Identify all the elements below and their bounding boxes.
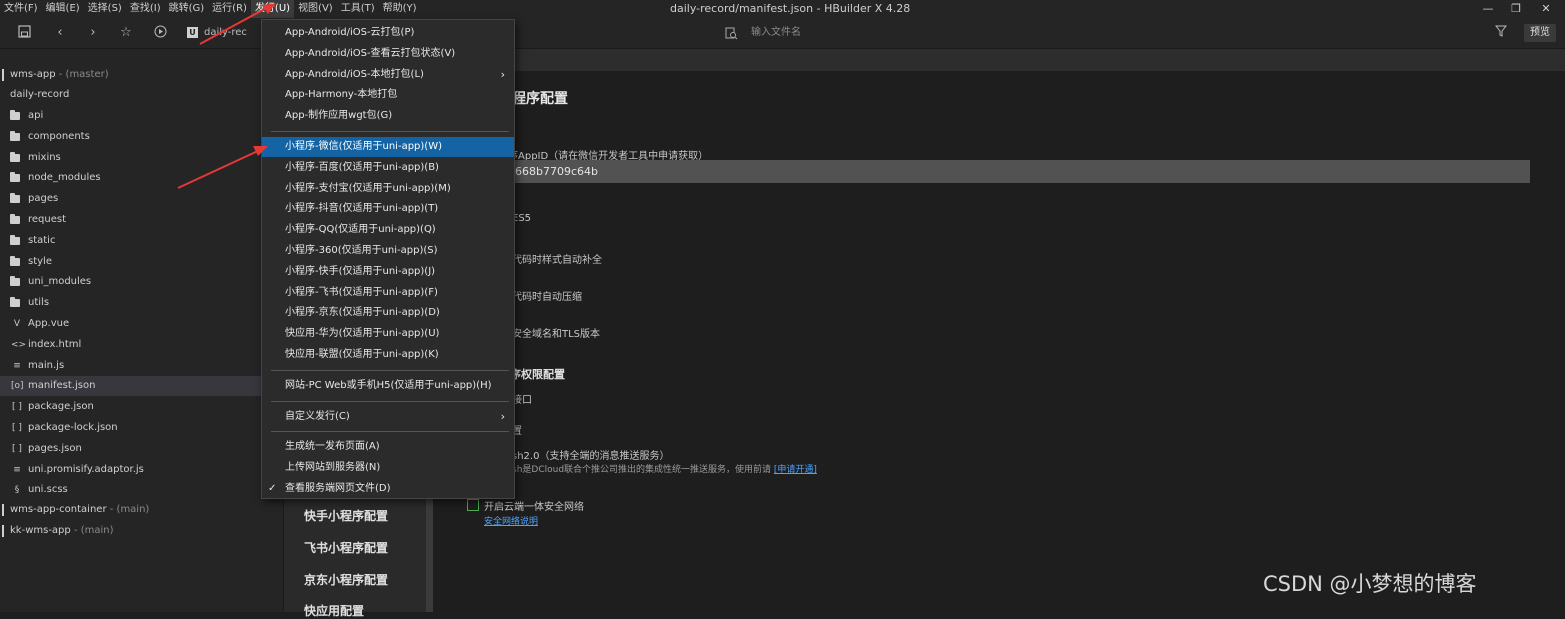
- annotation-arrow-to-menu: [199, 3, 276, 45]
- csdn-watermark: CSDN @小梦想的博客: [1263, 572, 1477, 596]
- annotation-arrows: [177, 3, 276, 189]
- annotation-arrow-to-wechat: [177, 146, 268, 189]
